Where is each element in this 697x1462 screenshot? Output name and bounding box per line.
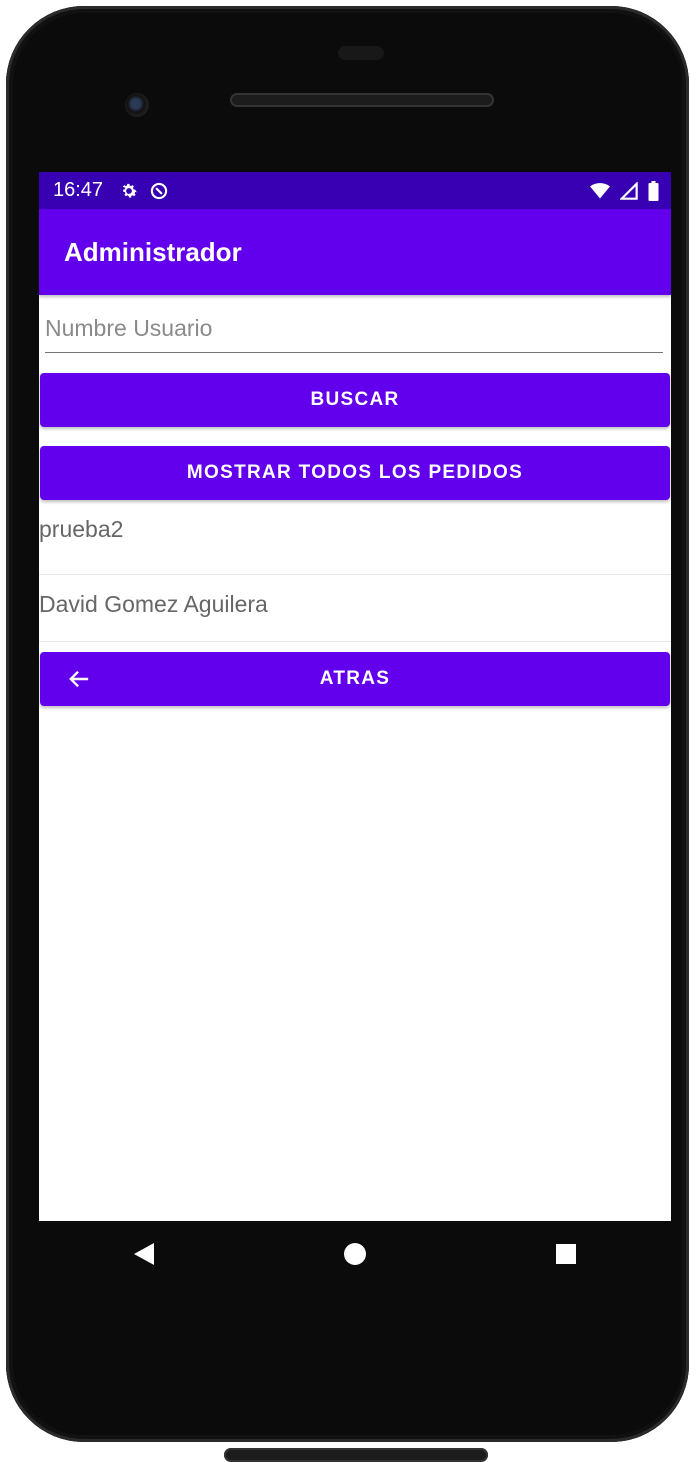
- list-item[interactable]: David Gomez Aguilera: [39, 575, 671, 642]
- back-button-label: ATRAS: [319, 668, 391, 689]
- battery-icon: [648, 180, 659, 201]
- system-nav-bar: [39, 1221, 671, 1287]
- wifi-icon: [590, 182, 610, 200]
- bottom-speaker-grille: [224, 1448, 488, 1462]
- settings-icon: [119, 181, 139, 201]
- recents-square-icon[interactable]: [536, 1224, 596, 1284]
- list-item[interactable]: prueba2: [39, 500, 671, 575]
- username-field[interactable]: [45, 308, 663, 353]
- top-speaker-grille: [230, 93, 494, 107]
- cellular-signal-icon: [620, 181, 638, 200]
- earpiece-notch: [338, 46, 384, 60]
- show-all-orders-button[interactable]: MOSTRAR TODOS LOS PEDIDOS: [40, 446, 670, 500]
- arrow-left-icon: [68, 668, 90, 690]
- back-button[interactable]: ATRAS: [40, 652, 670, 706]
- back-triangle-icon[interactable]: [114, 1224, 174, 1284]
- data-saver-icon: [149, 181, 169, 201]
- app-screen: 16:47 Administrador Numbre Usuario BUSCA…: [39, 172, 671, 1221]
- app-bar: Administrador: [39, 209, 671, 295]
- search-button-label: BUSCAR: [310, 389, 400, 410]
- list-item-name: David Gomez Aguilera: [39, 591, 268, 617]
- page-title: Administrador: [64, 236, 242, 267]
- status-time: 16:47: [53, 179, 104, 201]
- username-search-input[interactable]: [45, 308, 663, 348]
- search-button[interactable]: BUSCAR: [40, 373, 670, 427]
- list-item-name: prueba2: [39, 516, 124, 542]
- user-list: prueba2 David Gomez Aguilera: [39, 500, 671, 642]
- home-circle-icon[interactable]: [325, 1224, 385, 1284]
- show-all-orders-label: MOSTRAR TODOS LOS PEDIDOS: [186, 462, 524, 483]
- status-bar: 16:47: [39, 172, 671, 209]
- front-camera: [125, 93, 149, 117]
